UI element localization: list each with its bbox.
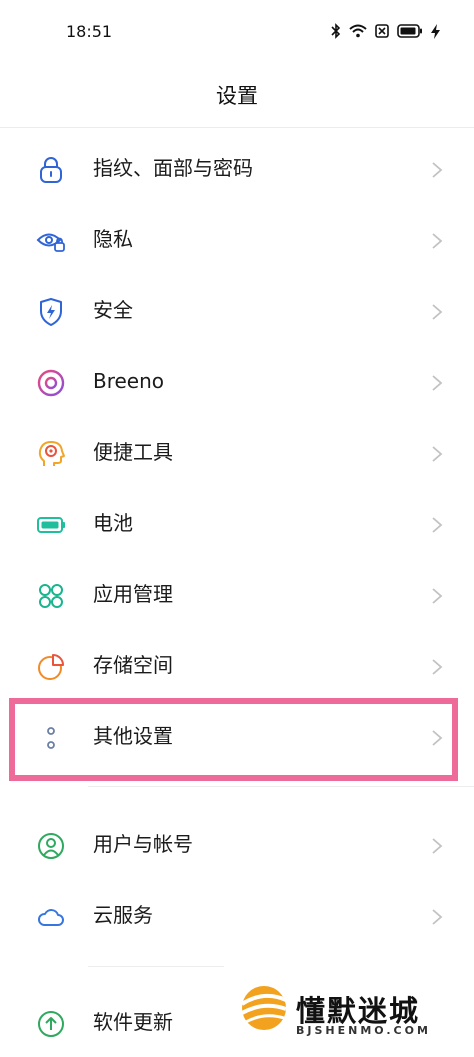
storage-pie-icon [36,652,66,682]
wifi-icon [349,24,367,38]
settings-item-security[interactable]: 安全 [0,274,474,345]
tools-head-icon [36,439,66,469]
chevron-right-icon [430,515,444,535]
settings-item-other[interactable]: 其他设置 [0,700,474,771]
settings-item-label: 隐私 [93,227,133,251]
breeno-icon [36,368,66,398]
settings-item-storage[interactable]: 存储空间 [0,629,474,700]
watermark-logo-icon [240,986,287,1030]
settings-item-tools[interactable]: 便捷工具 [0,416,474,487]
chevron-right-icon [430,728,444,748]
more-dots-icon [36,723,66,753]
group-divider [88,966,224,967]
settings-item-label: 指纹、面部与密码 [93,156,253,180]
settings-item-label: 云服务 [93,903,153,927]
settings-item-label: 电池 [93,511,133,535]
page-title: 设置 [216,84,258,108]
chevron-right-icon [430,586,444,606]
apps-icon [36,581,66,611]
group-divider [88,786,474,787]
status-bar: 18:51 [0,0,474,64]
settings-item-battery[interactable]: 电池 [0,487,474,558]
settings-item-breeno[interactable]: Breeno [0,345,474,416]
watermark: 懂默迷城 BJSHENMO.COM [230,966,474,1053]
settings-item-label: 安全 [93,298,133,322]
settings-item-privacy[interactable]: 隐私 [0,203,474,274]
settings-item-label: 应用管理 [93,582,173,606]
lock-icon [36,155,66,185]
chevron-right-icon [430,907,444,927]
status-icons [331,20,440,42]
settings-item-apps[interactable]: 应用管理 [0,558,474,629]
settings-item-label: 软件更新 [93,1010,173,1034]
shield-icon [36,297,66,327]
chevron-right-icon [430,231,444,251]
sim-off-icon [375,24,389,38]
bluetooth-icon [331,23,341,39]
chevron-right-icon [430,160,444,180]
settings-item-label: Breeno [93,369,165,393]
charging-icon [431,23,440,39]
settings-item-account[interactable]: 用户与帐号 [0,808,474,879]
settings-item-label: 用户与帐号 [93,832,193,856]
header-divider [0,127,474,128]
chevron-right-icon [430,302,444,322]
settings-item-cloud[interactable]: 云服务 [0,879,474,950]
settings-item-label: 存储空间 [93,653,173,677]
battery-icon [36,510,66,540]
chevron-right-icon [430,444,444,464]
chevron-right-icon [430,836,444,856]
battery-icon [397,24,422,38]
privacy-eye-icon [36,226,66,256]
chevron-right-icon [430,657,444,677]
settings-item-label: 便捷工具 [93,440,173,464]
settings-item-label: 其他设置 [93,724,173,748]
update-icon [36,1009,66,1039]
settings-item-biometrics[interactable]: 指纹、面部与密码 [0,132,474,203]
user-icon [36,831,66,861]
cloud-icon [36,902,66,932]
status-time: 18:51 [66,22,113,41]
chevron-right-icon [430,373,444,393]
watermark-subtext: BJSHENMO.COM [296,1024,431,1037]
